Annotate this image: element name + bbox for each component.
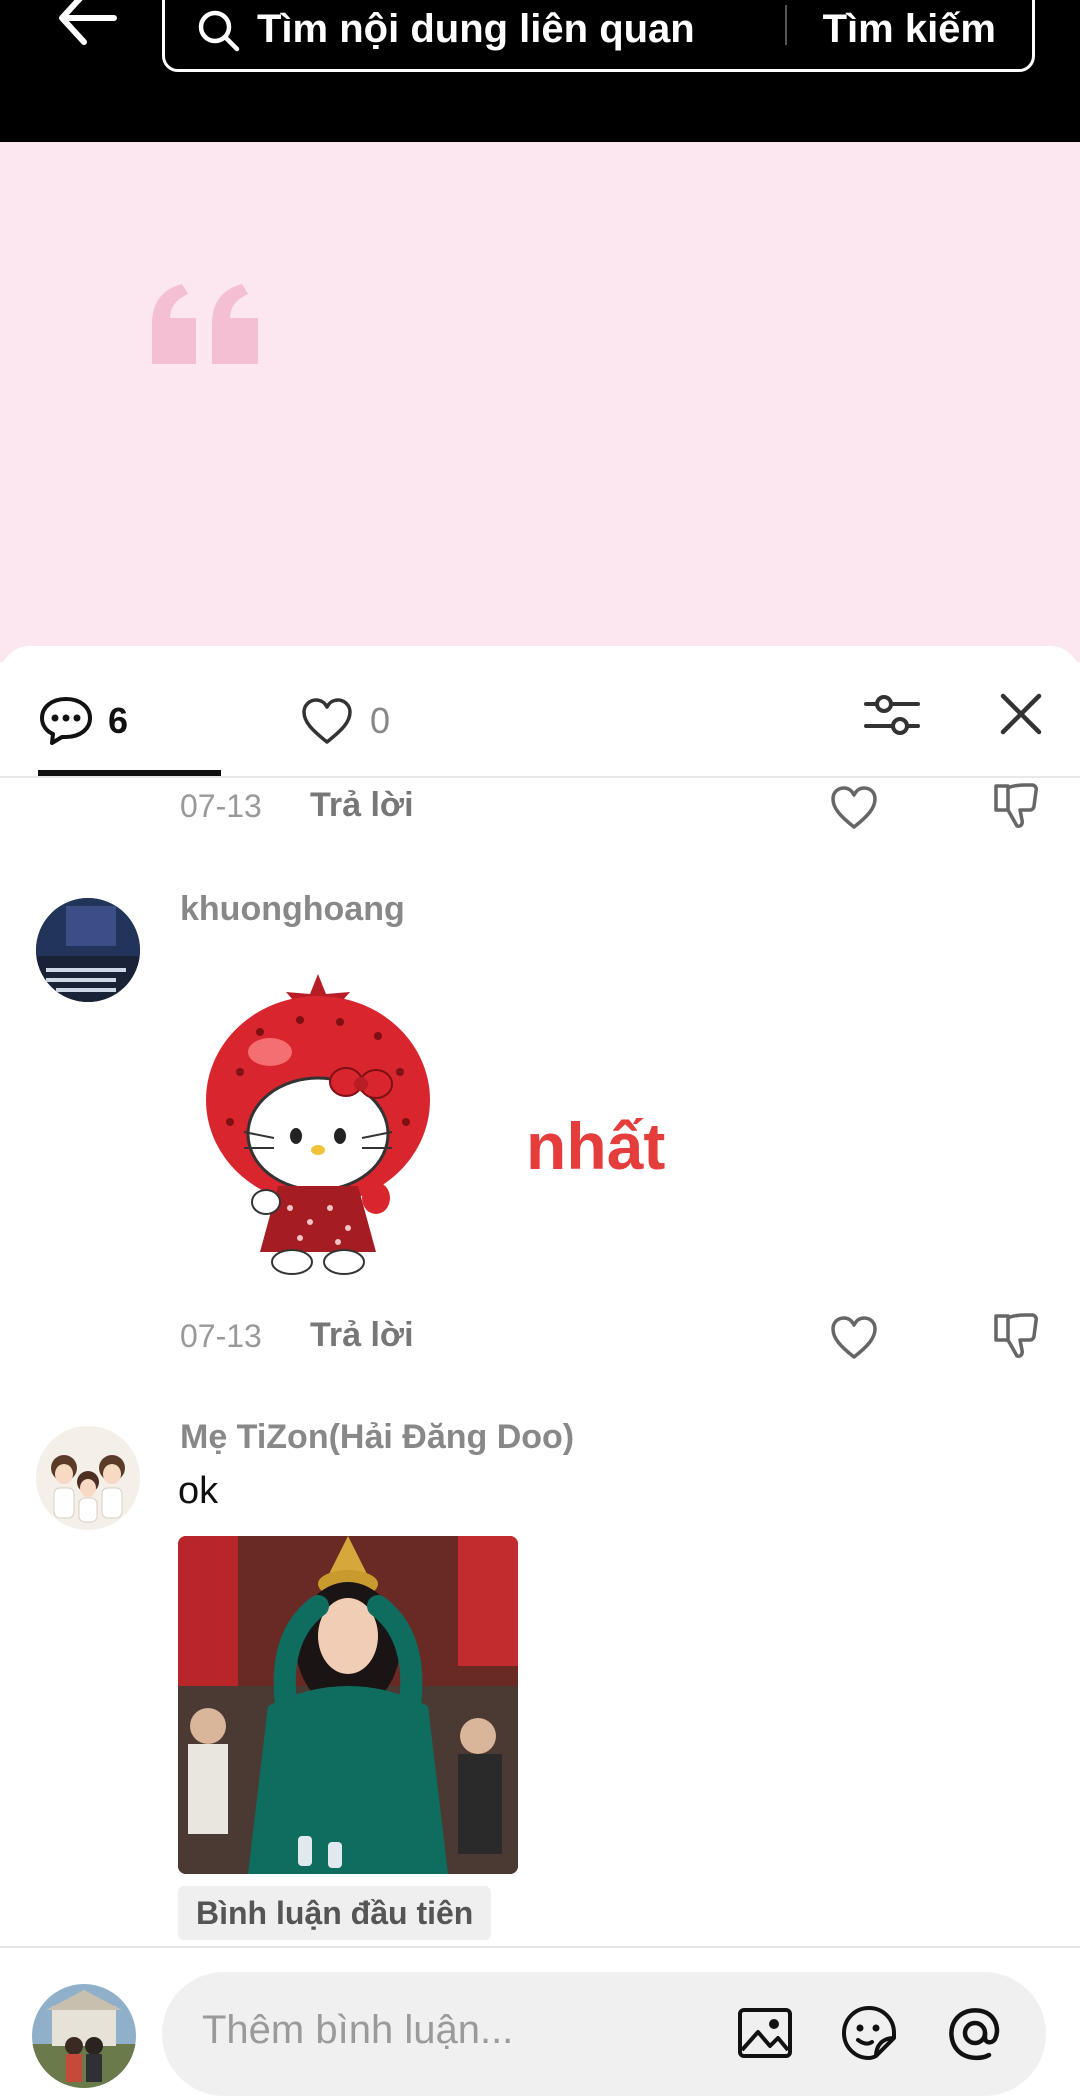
thumbs-down-icon[interactable] (990, 1310, 1042, 1362)
top-bar: Tìm nội dung liên quan Tìm kiếm (0, 0, 1080, 142)
search-input[interactable]: Tìm nội dung liên quan (257, 7, 695, 52)
sticker-text: nhất (526, 1109, 666, 1183)
search-box[interactable]: Tìm nội dung liên quan Tìm kiếm (162, 0, 1035, 72)
tab-active-indicator (38, 770, 221, 776)
filter-sliders-icon[interactable] (862, 686, 922, 746)
username[interactable]: Mẹ TiZon(Hải Đăng Doo) (180, 1418, 574, 1457)
comment-bubble-icon (40, 697, 92, 745)
comment-composer-bar: Thêm bình luận... (0, 1946, 1080, 2096)
tab-comments[interactable]: 6 (38, 686, 128, 756)
tab-likes[interactable]: 0 (300, 686, 390, 756)
comments-count: 6 (108, 700, 129, 741)
heart-icon (302, 698, 352, 744)
reply-button[interactable]: Trả lời (310, 786, 414, 825)
first-comment-badge: Bình luận đầu tiên (178, 1886, 492, 1940)
comment-photo[interactable] (178, 1536, 518, 1874)
comment-text: ok (178, 1470, 219, 1512)
avatar-image (36, 898, 140, 1002)
comment-date: 07-13 (180, 1318, 262, 1354)
comment-date: 07-13 (180, 788, 262, 824)
heart-icon[interactable] (829, 782, 879, 832)
quote-mark-icon (152, 284, 258, 364)
comments-tab-bar: 6 0 (0, 646, 1080, 778)
sticker-icon[interactable] (838, 2002, 900, 2064)
user-avatar-image (32, 1984, 136, 2088)
likes-count: 0 (370, 700, 391, 741)
back-arrow-icon[interactable] (52, 0, 122, 52)
post-background (0, 142, 1080, 662)
comment-input[interactable]: Thêm bình luận... (162, 1972, 1046, 2096)
avatar[interactable] (36, 1426, 140, 1530)
close-icon[interactable] (993, 686, 1049, 742)
reply-button[interactable]: Trả lời (310, 1316, 414, 1355)
mention-icon[interactable] (944, 2002, 1006, 2064)
comment-photo-image (178, 1536, 518, 1874)
username[interactable]: khuonghoang (180, 890, 405, 929)
hello-kitty-strawberry-sticker (206, 974, 430, 1275)
search-button[interactable]: Tìm kiếm (823, 7, 996, 52)
image-icon[interactable] (734, 2002, 796, 2064)
search-divider (785, 5, 787, 45)
comment-input-placeholder: Thêm bình luận... (202, 2008, 514, 2052)
avatar[interactable] (36, 898, 140, 1002)
thumbs-down-icon[interactable] (990, 780, 1042, 832)
comments-sheet: 6 0 (0, 646, 1080, 2096)
avatar-image (36, 1426, 140, 1530)
search-icon (198, 10, 240, 52)
heart-icon[interactable] (829, 1312, 879, 1362)
user-avatar[interactable] (32, 1984, 136, 2088)
